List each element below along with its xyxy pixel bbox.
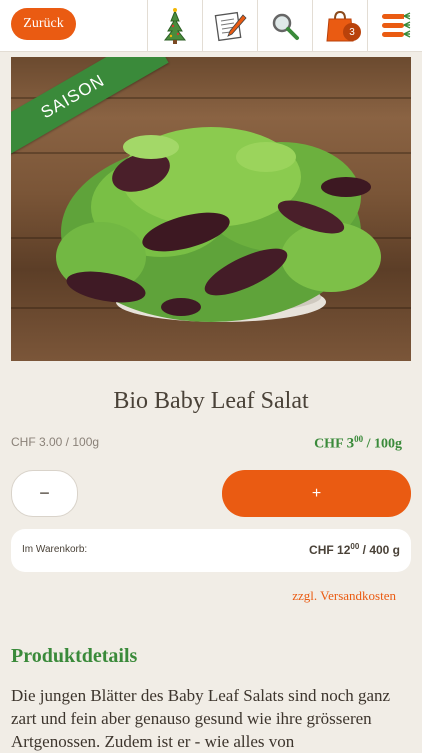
cart-amount-cents: 00 [350, 542, 360, 551]
product-title: Bio Baby Leaf Salat [113, 388, 309, 414]
back-button[interactable]: Zurück [11, 8, 76, 40]
price-unit: / 100g [363, 436, 402, 452]
product-image: SAISON [11, 57, 411, 361]
cart-count-badge: 3 [343, 23, 361, 41]
cart-currency: CHF [309, 543, 334, 557]
cart-amount-unit: / 400 g [359, 543, 400, 557]
cart-label: Im Warenkorb: [22, 544, 88, 555]
carrot-menu-icon[interactable] [367, 0, 422, 51]
unit-price: CHF 3.00 / 100g [11, 435, 100, 449]
decrease-quantity-button[interactable]: − [11, 470, 78, 517]
cart-amount: CHF 1200 / 400 g [309, 542, 400, 557]
product-description: Die jungen Blätter des Baby Leaf Salats … [11, 686, 391, 751]
nav-icons: 3 [147, 0, 422, 51]
price-currency: CHF [314, 436, 344, 452]
product-details-heading: Produktdetails [11, 645, 138, 667]
top-bar: Zurück 3 [0, 0, 422, 52]
add-to-cart-button[interactable]: + [222, 470, 411, 517]
cart-amount-main: 12 [337, 543, 351, 557]
shipping-costs-link[interactable]: zzgl. Versandkosten [292, 588, 396, 604]
notepad-pencil-icon[interactable] [202, 0, 257, 51]
price-cents: 00 [354, 434, 364, 444]
price-main: 3 [346, 435, 355, 452]
magnifier-icon[interactable] [257, 0, 312, 51]
product-price: CHF 300 / 100g [314, 434, 402, 453]
shopping-bag-icon[interactable]: 3 [312, 0, 367, 51]
christmas-tree-icon[interactable] [147, 0, 202, 51]
cart-summary: Im Warenkorb: CHF 1200 / 400 g [11, 529, 411, 572]
